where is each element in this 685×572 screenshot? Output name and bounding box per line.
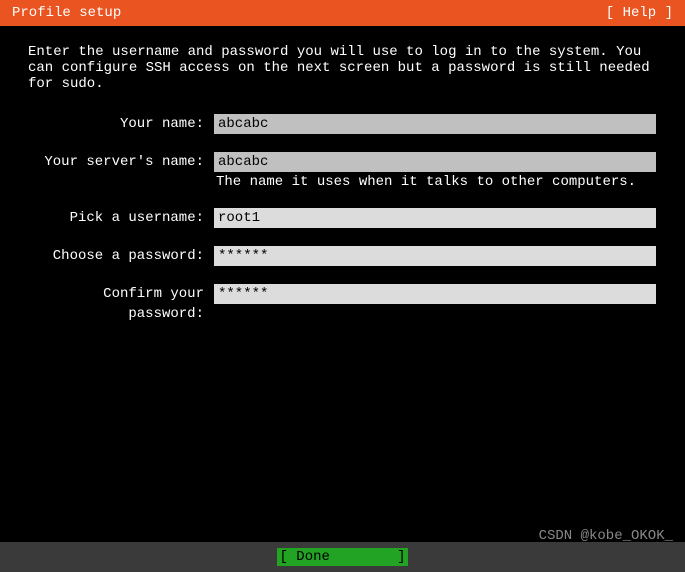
form-row-username: Pick a username: (28, 208, 657, 228)
username-label: Pick a username: (28, 208, 214, 228)
help-button[interactable]: [ Help ] (606, 5, 673, 21)
done-button[interactable]: [ Done ] (277, 548, 407, 566)
form-row-server: Your server's name: The name it uses whe… (28, 152, 657, 190)
server-hint: The name it uses when it talks to other … (214, 174, 657, 190)
server-label: Your server's name: (28, 152, 214, 172)
name-field-col (214, 114, 657, 134)
confirm-label: Confirm your password: (28, 284, 214, 324)
username-field-col (214, 208, 657, 228)
server-input[interactable] (214, 152, 656, 172)
screen-title: Profile setup (12, 5, 121, 21)
confirm-input[interactable] (214, 284, 656, 304)
form-row-name: Your name: (28, 114, 657, 134)
server-field-col: The name it uses when it talks to other … (214, 152, 657, 190)
password-field-col (214, 246, 657, 266)
intro-text: Enter the username and password you will… (28, 44, 657, 92)
titlebar: Profile setup [ Help ] (0, 0, 685, 26)
name-label: Your name: (28, 114, 214, 134)
footer-bar: [ Done ] (0, 542, 685, 572)
form-row-confirm: Confirm your password: (28, 284, 657, 324)
username-input[interactable] (214, 208, 656, 228)
password-input[interactable] (214, 246, 656, 266)
confirm-field-col (214, 284, 657, 304)
form-row-password: Choose a password: (28, 246, 657, 266)
name-input[interactable] (214, 114, 656, 134)
password-label: Choose a password: (28, 246, 214, 266)
content-area: Enter the username and password you will… (0, 26, 685, 324)
